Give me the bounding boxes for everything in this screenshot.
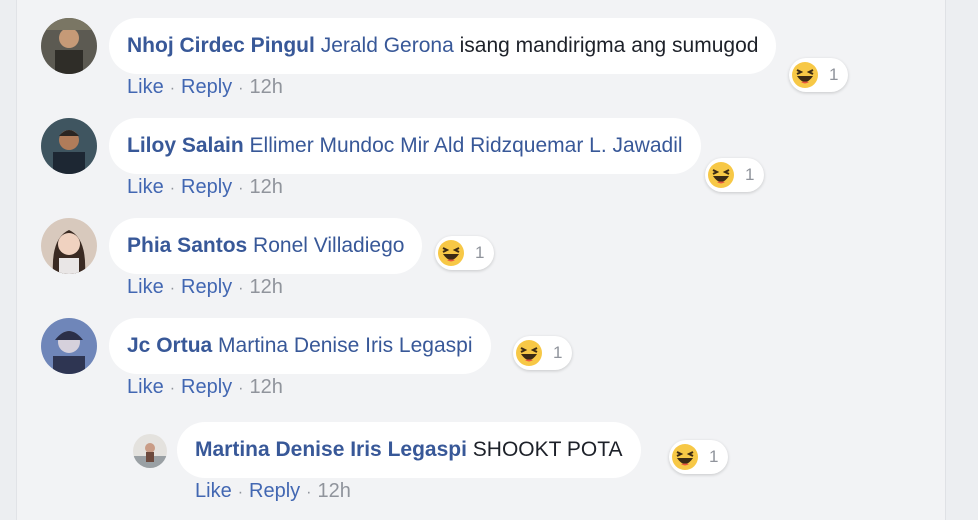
haha-icon <box>791 61 819 89</box>
comment-text: SHOOKT POTA <box>472 438 623 461</box>
comment-author[interactable]: Liloy Salain <box>127 134 244 157</box>
timestamp[interactable]: 12h <box>250 276 283 298</box>
comment-author[interactable]: Jc Ortua <box>127 334 212 357</box>
reaction-count[interactable]: 1 <box>705 158 765 192</box>
comment-bubble: Phia Santos Ronel Villadiego <box>109 218 423 274</box>
comment-actions: Like · Reply · 12h <box>127 176 283 198</box>
haha-icon <box>437 239 465 267</box>
reaction-count-label: 1 <box>745 165 755 184</box>
avatar[interactable] <box>41 118 97 174</box>
reply-link[interactable]: Reply <box>181 176 232 198</box>
reply-link[interactable]: Reply <box>181 376 232 398</box>
comment-bubble: Martina Denise Iris Legaspi SHOOKT POTA <box>177 422 641 478</box>
reaction-count[interactable]: 1 <box>789 58 849 92</box>
reaction-count[interactable]: 1 <box>435 236 495 270</box>
comment-actions: Like · Reply · 12h <box>127 276 283 298</box>
comment-author[interactable]: Nhoj Cirdec Pingul <box>127 34 315 57</box>
like-link[interactable]: Like <box>127 76 164 98</box>
timestamp[interactable]: 12h <box>250 176 283 198</box>
avatar[interactable] <box>41 318 97 374</box>
reply-link[interactable]: Reply <box>181 76 232 98</box>
comments-panel: Nhoj Cirdec Pingul Jerald Gerona isang m… <box>16 0 946 520</box>
timestamp[interactable]: 12h <box>250 76 283 98</box>
tagged-user[interactable]: Ellimer Mundoc Mir Ald Ridzquemar L. Jaw… <box>250 134 683 157</box>
avatar[interactable] <box>41 218 97 274</box>
tagged-user[interactable]: Martina Denise Iris Legaspi <box>218 334 472 357</box>
reaction-count-label: 1 <box>829 65 839 84</box>
comment-bubble: Liloy Salain Ellimer Mundoc Mir Ald Ridz… <box>109 118 701 174</box>
timestamp[interactable]: 12h <box>250 376 283 398</box>
comment-author[interactable]: Phia Santos <box>127 234 247 257</box>
comment-actions: Like · Reply · 12h <box>127 376 283 398</box>
like-link[interactable]: Like <box>195 480 232 502</box>
timestamp[interactable]: 12h <box>318 480 351 502</box>
tagged-user[interactable]: Jerald Gerona <box>321 34 454 57</box>
tagged-user[interactable]: Ronel Villadiego <box>253 234 404 257</box>
reaction-count-label: 1 <box>475 243 485 262</box>
haha-icon <box>671 443 699 471</box>
haha-icon <box>707 161 735 189</box>
comment-actions: Like · Reply · 12h <box>127 76 283 98</box>
comment-bubble: Jc Ortua Martina Denise Iris Legaspi <box>109 318 491 374</box>
like-link[interactable]: Like <box>127 176 164 198</box>
like-link[interactable]: Like <box>127 376 164 398</box>
comment-author[interactable]: Martina Denise Iris Legaspi <box>195 438 467 461</box>
comment-bubble: Nhoj Cirdec Pingul Jerald Gerona isang m… <box>109 18 777 74</box>
avatar[interactable] <box>133 434 167 468</box>
like-link[interactable]: Like <box>127 276 164 298</box>
reaction-count-label: 1 <box>709 447 719 466</box>
reaction-count[interactable]: 1 <box>513 336 573 370</box>
reply-link[interactable]: Reply <box>181 276 232 298</box>
comment-actions: Like · Reply · 12h <box>195 480 351 502</box>
avatar[interactable] <box>41 18 97 74</box>
haha-icon <box>515 339 543 367</box>
reaction-count[interactable]: 1 <box>669 440 729 474</box>
reply-link[interactable]: Reply <box>249 480 300 502</box>
comment-text: isang mandirigma ang sumugod <box>459 34 759 57</box>
reaction-count-label: 1 <box>553 343 563 362</box>
